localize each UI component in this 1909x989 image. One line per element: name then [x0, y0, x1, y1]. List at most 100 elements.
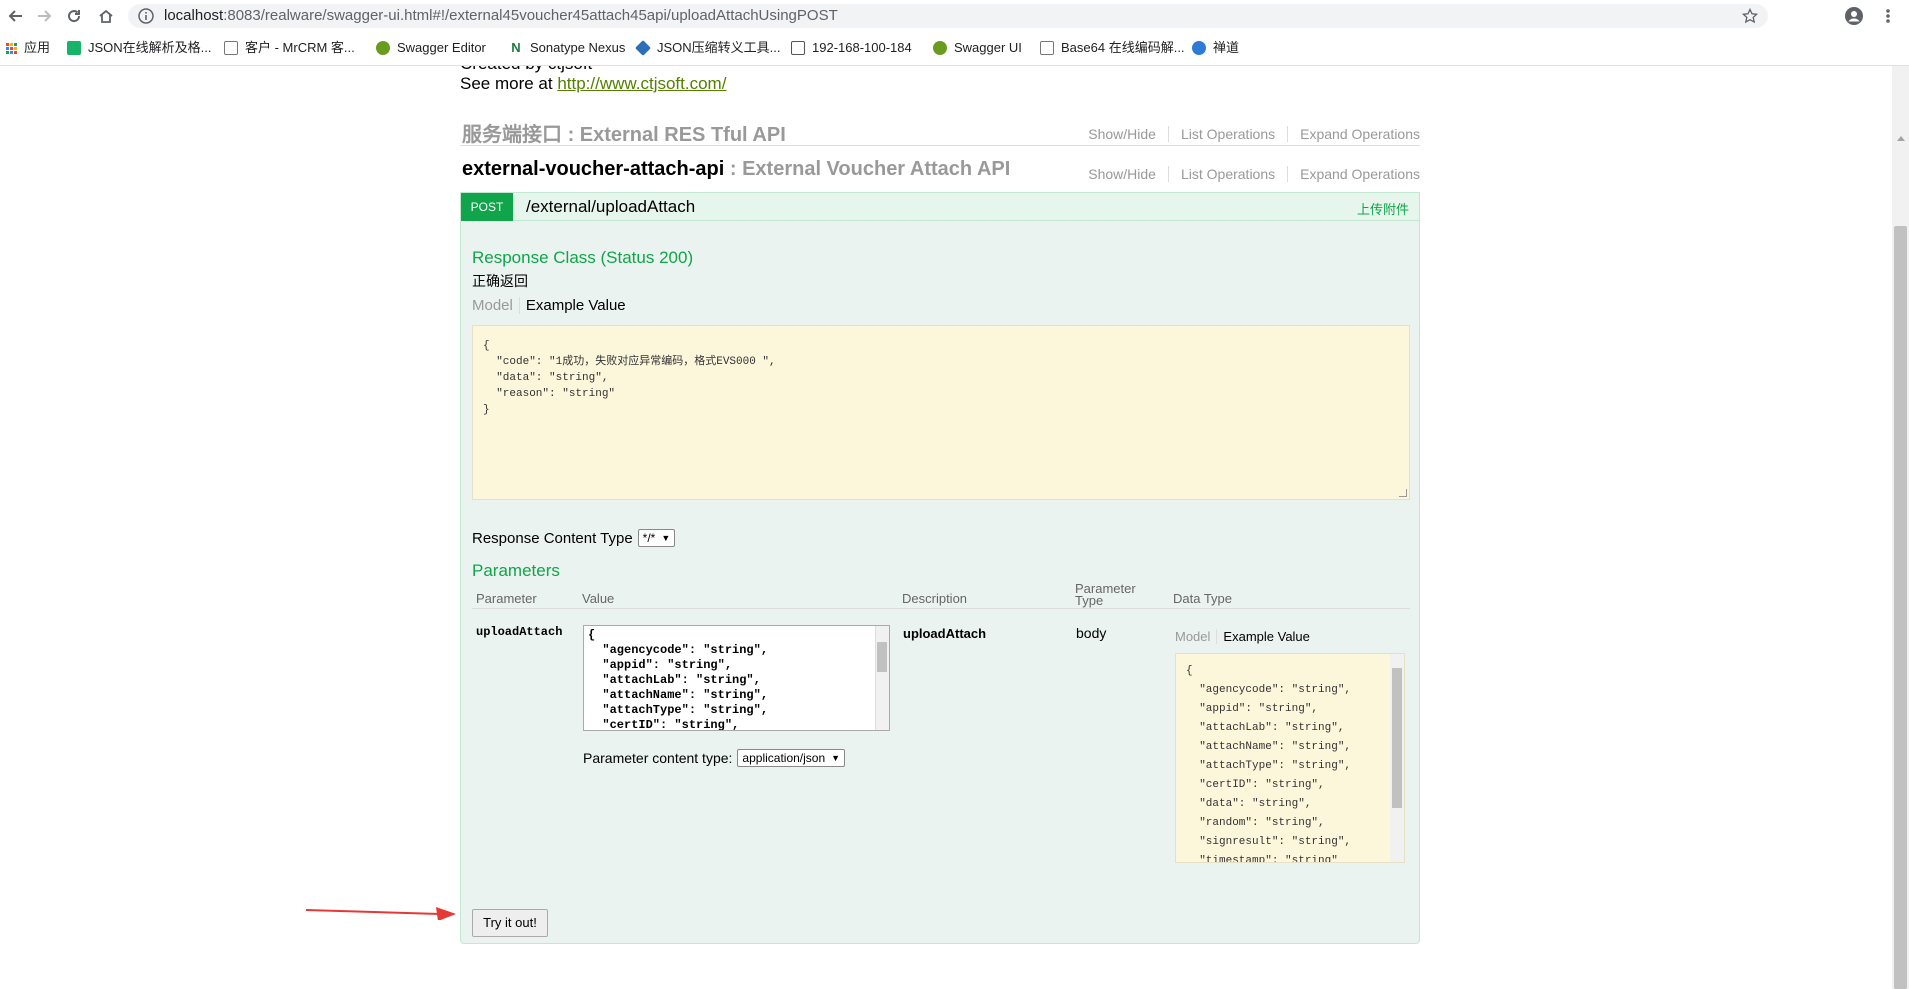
parameters-header: Parameter Value Description Parameter Ty… [472, 581, 1410, 609]
select-value: */* [642, 531, 656, 545]
resource-ops: Show/Hide List Operations Expand Operati… [1076, 166, 1420, 182]
bookmark-json-parser[interactable]: JSON在线解析及格... [67, 38, 212, 58]
expand-operations-link[interactable]: Expand Operations [1288, 166, 1420, 182]
bookmark-label: Sonatype Nexus [530, 40, 626, 55]
tab-model[interactable]: Model [1175, 629, 1218, 644]
response-content-type-select[interactable]: */* ▼ [637, 529, 676, 547]
show-hide-link[interactable]: Show/Hide [1076, 166, 1169, 182]
account-icon[interactable] [1842, 4, 1866, 28]
http-method-badge[interactable]: POST [461, 193, 513, 221]
bookmark-label: 192-168-100-184 [812, 40, 912, 55]
bookmark-label: JSON在线解析及格... [88, 40, 212, 55]
json-line: "certID": "string", [1186, 779, 1325, 791]
bookmark-star-icon[interactable] [1741, 7, 1759, 32]
swagger-icon [933, 41, 947, 55]
resource-header-server: 服务端接口 : External RES Tful API Show/Hide … [460, 116, 1420, 146]
parameters-title: Parameters [472, 561, 560, 580]
param-type: body [1076, 625, 1107, 641]
scroll-up-icon[interactable] [1897, 136, 1905, 141]
json-line: "data": "string", [1186, 798, 1312, 810]
operation-path[interactable]: /external/uploadAttach [526, 197, 695, 217]
json-line: "attachLab": "string", [1186, 722, 1345, 734]
scrollbar-thumb[interactable] [1392, 668, 1402, 808]
bookmark-label: 应用 [24, 40, 51, 55]
reload-icon[interactable] [62, 4, 86, 28]
home-icon[interactable] [94, 4, 118, 28]
json-line: "attachLab": "string", [588, 673, 761, 687]
json-line: "attachName": "string", [1186, 741, 1352, 753]
bookmark-chandao[interactable]: 禅道 [1192, 38, 1239, 58]
bookmark-swagger-ui[interactable]: Swagger UI [933, 38, 1022, 58]
parameter-content-type-label: Parameter content type: [583, 750, 733, 766]
tab-example-value[interactable]: Example Value [1217, 629, 1309, 644]
tab-model[interactable]: Model [472, 297, 520, 314]
parameter-content-type-select[interactable]: application/json ▼ [737, 749, 846, 767]
see-more: See more at http://www.ctjsoft.com/ [460, 74, 726, 94]
bookmark-label: 禅道 [1213, 40, 1240, 55]
param-description: uploadAttach [903, 626, 987, 641]
json-line: "attachType": "string", [588, 703, 769, 717]
operation-upload-attach: POST /external/uploadAttach 上传附件 Respons… [460, 192, 1420, 944]
forward-icon[interactable] [32, 4, 56, 28]
page-icon [224, 41, 238, 55]
bookmark-label: Base64 在线编码解... [1061, 40, 1185, 55]
expand-operations-link[interactable]: Expand Operations [1288, 126, 1420, 142]
bookmark-nexus[interactable]: N Sonatype Nexus [509, 38, 625, 58]
bookmarks-bar: 应用 JSON在线解析及格... 客户 - MrCRM 客... Swagger… [0, 34, 1909, 62]
bookmark-label: Swagger Editor [397, 40, 486, 55]
json-site-icon [67, 41, 81, 55]
bookmark-apps[interactable]: 应用 [6, 38, 50, 58]
bookmark-swagger-editor[interactable]: Swagger Editor [376, 38, 486, 58]
header-value: Value [582, 591, 615, 606]
page-scrollbar-thumb[interactable] [1894, 226, 1907, 989]
chart-site-icon [791, 41, 805, 55]
select-value: application/json [742, 751, 826, 765]
company-link[interactable]: http://www.ctjsoft.com/ [557, 74, 726, 93]
header-parameter-type: Parameter Type [1075, 581, 1136, 608]
bookmark-json-compress[interactable]: JSON压缩转义工具... [635, 38, 781, 58]
param-value-textarea[interactable]: { "agencycode": "string", "appid": "stri… [583, 625, 890, 731]
bookmark-192[interactable]: 192-168-100-184 [791, 38, 912, 58]
url-path: :8083/realware/swagger-ui.html#!/externa… [223, 7, 838, 24]
show-hide-link[interactable]: Show/Hide [1076, 126, 1169, 142]
resource-title[interactable]: 服务端接口 : External RES Tful API [462, 118, 786, 147]
json-line: { [588, 628, 596, 642]
list-operations-link[interactable]: List Operations [1169, 126, 1289, 142]
param-name: uploadAttach [476, 625, 563, 639]
url-text: localhost:8083/realware/swagger-ui.html#… [164, 4, 838, 28]
resource-ops: Show/Hide List Operations Expand Operati… [1076, 126, 1420, 142]
info-icon[interactable] [138, 8, 154, 32]
red-arrow-annotation-icon [306, 907, 456, 920]
json-line: "reason": "string" [483, 388, 616, 400]
resize-grip-icon[interactable] [1399, 489, 1407, 497]
scrollbar-thumb[interactable] [877, 642, 887, 672]
try-it-out-button[interactable]: Try it out! [472, 909, 548, 937]
json-line: "attachName": "string", [588, 688, 769, 702]
header-data-type: Data Type [1173, 591, 1233, 606]
operation-heading[interactable]: POST /external/uploadAttach 上传附件 [461, 193, 1419, 221]
operation-summary[interactable]: 上传附件 [1357, 199, 1409, 218]
menu-icon[interactable] [1876, 4, 1900, 28]
tab-example-value[interactable]: Example Value [520, 297, 626, 314]
response-example-value[interactable]: { "code": "1成功，失败对应异常编码，格式EVS000 ", "dat… [472, 325, 1410, 500]
address-bar[interactable]: localhost:8083/realware/swagger-ui.html#… [128, 4, 1768, 28]
bookmark-base64[interactable]: Base64 在线编码解... [1040, 38, 1185, 58]
resource-title[interactable]: external-voucher-attach-api : External V… [462, 158, 1010, 181]
list-operations-link[interactable]: List Operations [1169, 166, 1289, 182]
textarea-scrollbar[interactable] [875, 626, 889, 730]
param-example-value[interactable]: { "agencycode": "string", "appid": "stri… [1175, 653, 1405, 863]
response-tabs: Model Example Value [472, 297, 626, 314]
url-host: localhost [164, 7, 224, 24]
json-line: "certID": "string", [588, 718, 740, 731]
resource-header-voucher: external-voucher-attach-api : External V… [460, 156, 1420, 186]
json-line: "appid": "string", [1186, 703, 1319, 715]
json-line: "appid": "string", [588, 658, 733, 672]
json-line: { [1186, 665, 1193, 677]
caret-down-icon: ▼ [661, 533, 671, 543]
response-content-type: Response Content Type */* ▼ [472, 529, 676, 547]
header-description: Description [902, 591, 968, 606]
see-more-prefix: See more at [460, 74, 558, 93]
bookmark-mrcrm[interactable]: 客户 - MrCRM 客... [224, 38, 355, 58]
example-scrollbar[interactable] [1390, 654, 1404, 862]
back-icon[interactable] [4, 4, 28, 28]
